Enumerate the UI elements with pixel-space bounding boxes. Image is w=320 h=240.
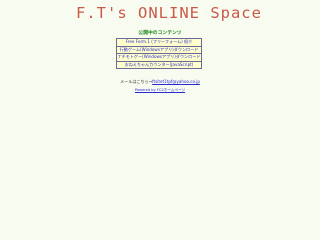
contents-menu: Free Form.1 (フリーフォーム) 紹介 行動ゲーム(Windowsアプ… xyxy=(116,38,202,70)
menu-row: Free Form.1 (フリーフォーム) 紹介 xyxy=(116,38,202,47)
menu-link-action-game[interactable]: 行動ゲーム(Windowsアプリ)ダウンロード xyxy=(120,47,199,52)
mail-address-link[interactable]: ftsitet1tpf@yahoo.co.jp xyxy=(152,79,200,84)
menu-cell: おねえちゃんカウンター(JavaScript) xyxy=(116,60,202,70)
mail-line: メールはこちら→ftsitet1tpf@yahoo.co.jp xyxy=(0,79,320,85)
ad-link[interactable]: Powered by FC2ホームページ xyxy=(135,88,185,92)
site-title: F.T's ONLINE Space xyxy=(76,4,262,22)
menu-link-counter[interactable]: おねえちゃんカウンター(JavaScript) xyxy=(125,62,194,67)
mail-prefix: メールはこちら→ xyxy=(120,79,153,84)
menu-row: ナチモトゲー(Windowsアプリ)ダウンロード xyxy=(116,53,202,62)
menu-link-free-form[interactable]: Free Form.1 (フリーフォーム) 紹介 xyxy=(126,39,192,44)
menu-row: 行動ゲーム(Windowsアプリ)ダウンロード xyxy=(116,45,202,55)
menu-cell: 行動ゲーム(Windowsアプリ)ダウンロード xyxy=(116,45,202,55)
menu-row: おねえちゃんカウンター(JavaScript) xyxy=(116,60,202,70)
page: F.T's ONLINE Space 公開中のコンテンツ Free Form.1… xyxy=(0,0,320,240)
menu-cell: Free Form.1 (フリーフォーム) 紹介 xyxy=(116,38,202,47)
ad-line: Powered by FC2ホームページ xyxy=(0,88,320,93)
menu-link-nachimoto-game[interactable]: ナチモトゲー(Windowsアプリ)ダウンロード xyxy=(118,55,201,60)
contents-heading: 公開中のコンテンツ xyxy=(138,31,182,36)
menu-cell: ナチモトゲー(Windowsアプリ)ダウンロード xyxy=(116,53,202,62)
